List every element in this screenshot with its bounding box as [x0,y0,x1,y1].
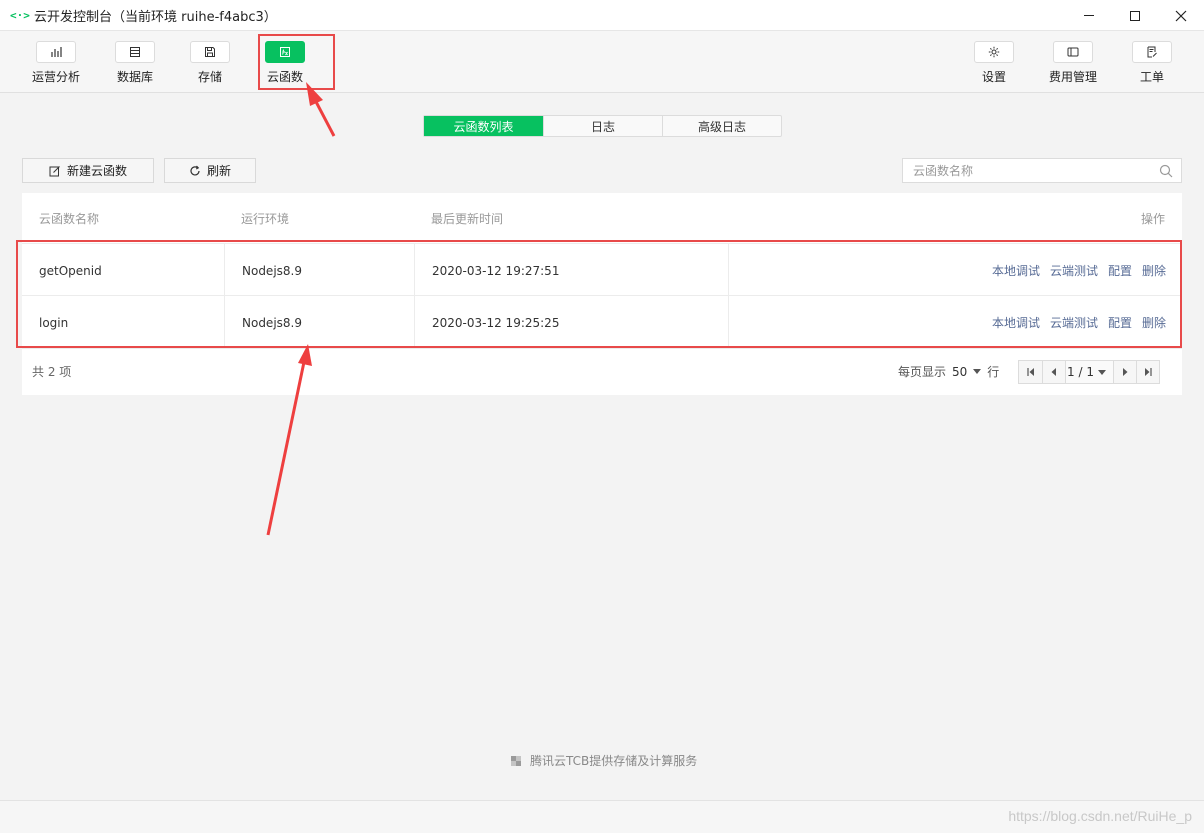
toolbar-ticket[interactable]: 工单 [1116,41,1188,85]
brand-text: 腾讯云TCB提供存储及计算服务 [530,754,698,768]
prev-page-icon [1051,368,1056,376]
edit-icon [49,165,60,176]
maximize-button[interactable] [1112,0,1158,31]
rows-highlight-box [16,240,1182,348]
last-page-button[interactable] [1136,361,1159,383]
page-selector[interactable]: 1 / 1 [1065,361,1113,383]
billing-icon-box [1053,41,1093,63]
header-runtime: 运行环境 [241,212,290,226]
next-page-button[interactable] [1113,361,1136,383]
code-icon: <·> [10,8,30,22]
first-page-button[interactable] [1019,361,1042,383]
new-function-label: 新建云函数 [66,164,127,178]
toolbar-billing[interactable]: 费用管理 [1037,41,1109,85]
pagination: 1 / 1 [1018,360,1160,384]
settings-icon-box [974,41,1014,63]
watermark: https://blog.csdn.net/RuiHe_p [1008,808,1192,824]
toolbar-database[interactable]: 数据库 [99,41,171,85]
search-box [902,158,1182,183]
new-function-button[interactable]: 新建云函数 [22,158,154,183]
database-icon [130,47,140,57]
toolbar-storage-label: 存储 [197,70,222,84]
toolbar-settings[interactable]: 设置 [958,41,1030,85]
toolbar: 运营分析 数据库 存储 云函数 设置 费用管理 工单 [0,31,1204,93]
ticket-icon-box [1132,41,1172,63]
page-number: 1 / 1 [1067,365,1094,379]
tencent-cloud-icon [511,755,521,766]
toolbar-billing-label: 费用管理 [1048,70,1097,84]
close-icon [1175,10,1187,21]
tab-advanced-logs[interactable]: 高级日志 [662,116,781,136]
header-name: 云函数名称 [39,212,100,226]
database-icon-box [115,41,155,63]
ticket-icon [1147,46,1157,58]
next-page-icon [1123,368,1128,376]
chevron-down-icon[interactable] [973,369,982,374]
toolbar-settings-label: 设置 [981,70,1006,84]
storage-icon-box [190,41,230,63]
toolbar-analytics-label: 运营分析 [31,70,80,84]
maximize-icon [1130,10,1140,21]
refresh-button[interactable]: 刷新 [164,158,256,183]
row-unit-label: 行 [987,365,1000,379]
gear-icon [988,46,1000,58]
search-input[interactable] [903,159,1159,182]
brand-footer: 腾讯云TCB提供存储及计算服务 [508,752,697,769]
toolbar-analytics[interactable]: 运营分析 [20,41,92,85]
content-tabs: 云函数列表 日志 高级日志 [423,115,782,137]
tab-function-list[interactable]: 云函数列表 [424,116,543,136]
chevron-down-icon [1097,369,1106,375]
title-bar: <·> 云开发控制台（当前环境 ruihe-f4abc3） [0,0,1204,31]
first-page-icon [1026,368,1034,376]
cloud-function-highlight-box [258,34,335,90]
minimize-icon [1084,15,1094,16]
total-count: 共 2 项 [32,365,72,379]
refresh-icon [190,165,200,175]
close-button[interactable] [1158,0,1204,31]
refresh-label: 刷新 [206,164,231,178]
header-updated: 最后更新时间 [431,212,504,226]
last-page-icon [1145,368,1152,376]
bar-chart-icon [51,47,62,57]
window-title: 云开发控制台（当前环境 ruihe-f4abc3） [34,9,277,25]
table-header: 云函数名称 运行环境 最后更新时间 操作 [22,193,1182,241]
page-size: 每页显示 50 行 [898,363,999,380]
billing-icon [1067,47,1079,57]
page-size-select[interactable]: 50 [952,365,967,379]
save-icon [205,47,215,57]
analytics-icon-box [36,41,76,63]
toolbar-ticket-label: 工单 [1139,70,1164,84]
tab-logs[interactable]: 日志 [543,116,662,136]
search-icon[interactable] [1159,164,1173,178]
toolbar-database-label: 数据库 [116,70,153,84]
prev-page-button[interactable] [1042,361,1065,383]
per-page-label: 每页显示 [898,365,947,379]
minimize-button[interactable] [1066,0,1112,31]
header-ops: 操作 [1140,212,1165,226]
toolbar-storage[interactable]: 存储 [174,41,246,85]
